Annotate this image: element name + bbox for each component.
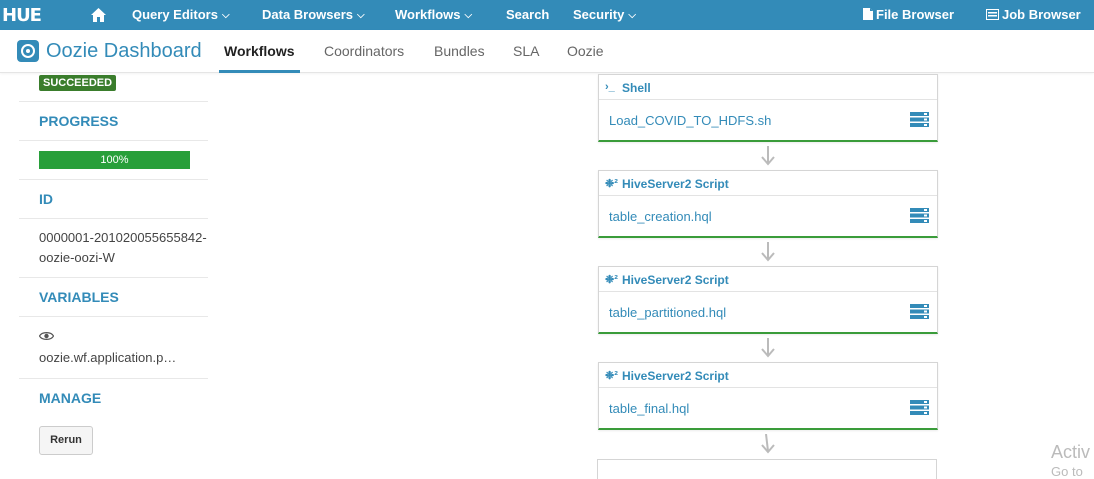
variables-header: VARIABLES — [39, 289, 119, 305]
nav-workflows[interactable]: Workflows ⌵ — [395, 0, 472, 30]
logo-text: HUE — [2, 4, 42, 26]
workflow-node[interactable]: ›_ Shell Load_COVID_TO_HDFS.sh — [598, 74, 938, 142]
tab-oozie[interactable]: Oozie — [567, 30, 604, 73]
flow-arrow-icon — [761, 242, 775, 262]
workflow-node-partial — [597, 459, 937, 479]
node-type: HiveServer2 Script — [622, 369, 729, 383]
variables-header-row: VARIABLES — [19, 278, 208, 317]
hive-icon: ❉² — [605, 178, 618, 190]
node-file-link[interactable]: Load_COVID_TO_HDFS.sh — [609, 113, 771, 128]
workflow-node[interactable]: ❉² HiveServer2 Script table_partitioned.… — [598, 266, 938, 334]
page-title[interactable]: Oozie Dashboard — [46, 40, 202, 63]
chevron-down-icon: ⌵ — [221, 10, 230, 21]
node-header: ›_ Shell — [599, 75, 937, 100]
node-file-link[interactable]: table_creation.hql — [609, 209, 712, 224]
nav-search-label: Search — [506, 7, 550, 22]
node-file-link[interactable]: table_partitioned.hql — [609, 305, 726, 320]
progress-bar: 100% — [39, 151, 190, 169]
hive-icon: ❉² — [605, 370, 618, 382]
status-badge: SUCCEEDED — [39, 75, 117, 91]
list-icon — [986, 9, 999, 20]
status-row: SUCCEEDED — [19, 74, 208, 102]
manage-header: MANAGE — [39, 390, 102, 406]
node-menu-icon[interactable] — [910, 304, 929, 319]
progress-header: PROGRESS — [39, 113, 119, 129]
chevron-down-icon: ⌵ — [464, 10, 473, 21]
node-type: HiveServer2 Script — [622, 273, 729, 287]
hue-logo[interactable]: HUE — [2, 4, 42, 26]
flow-arrow-icon — [761, 434, 775, 454]
nav-data-browsers-label: Data Browsers — [262, 7, 354, 22]
nav-file-browser-label: File Browser — [876, 7, 955, 22]
node-menu-icon[interactable] — [910, 400, 929, 415]
eye-icon[interactable] — [39, 331, 54, 341]
nav-query-editors-label: Query Editors — [132, 7, 218, 22]
node-header: ❉² HiveServer2 Script — [599, 171, 937, 196]
tab-coordinators[interactable]: Coordinators — [324, 30, 404, 73]
node-type: HiveServer2 Script — [622, 177, 729, 191]
nav-data-browsers[interactable]: Data Browsers ⌵ — [262, 0, 365, 30]
workflow-node[interactable]: ❉² HiveServer2 Script table_final.hql — [598, 362, 938, 430]
node-header: ❉² HiveServer2 Script — [599, 267, 937, 292]
id-header: ID — [39, 191, 53, 207]
nav-file-browser[interactable]: File Browser — [863, 0, 954, 30]
shell-icon: ›_ — [605, 81, 615, 93]
activation-watermark-sub: Go to — [1051, 464, 1083, 479]
chevron-down-icon: ⌵ — [357, 10, 365, 21]
node-menu-icon[interactable] — [910, 208, 929, 223]
rerun-button[interactable]: Rerun — [39, 426, 93, 455]
variable-value: oozie.wf.application.p… — [39, 350, 177, 365]
node-file-link[interactable]: table_final.hql — [609, 401, 689, 416]
node-header: ❉² HiveServer2 Script — [599, 363, 937, 388]
manage-header-row: MANAGE — [19, 379, 208, 418]
oozie-app-icon — [17, 40, 39, 62]
tab-workflows[interactable]: Workflows — [219, 30, 300, 73]
nav-search[interactable]: Search — [506, 0, 549, 30]
id-header-row: ID — [19, 180, 208, 219]
top-navbar: HUE Query Editors ⌵ Data Browsers ⌵ Workfl… — [0, 0, 1094, 30]
node-menu-icon[interactable] — [910, 112, 929, 127]
nav-job-browser[interactable]: Job Browser — [986, 0, 1081, 30]
tab-sla[interactable]: SLA — [513, 30, 539, 73]
file-icon — [863, 8, 873, 20]
nav-workflows-label: Workflows — [395, 7, 461, 22]
variables-row: oozie.wf.application.p… — [19, 317, 208, 379]
workflow-node[interactable]: ❉² HiveServer2 Script table_creation.hql — [598, 170, 938, 238]
nav-query-editors[interactable]: Query Editors ⌵ — [132, 0, 230, 30]
chevron-down-icon: ⌵ — [628, 10, 636, 21]
node-type: Shell — [622, 81, 651, 95]
flow-arrow-icon — [761, 146, 775, 166]
id-row: 0000001-201020055655842-oozie-oozi-W — [19, 219, 208, 278]
flow-arrow-icon — [761, 338, 775, 358]
nav-security-label: Security — [573, 7, 625, 22]
nav-job-browser-label: Job Browser — [1002, 7, 1081, 22]
progress-header-row: PROGRESS — [19, 102, 208, 141]
job-id: 0000001-201020055655842-oozie-oozi-W — [39, 230, 207, 265]
hive-icon: ❉² — [605, 274, 618, 286]
sub-navbar: Oozie Dashboard Workflows Coordinators B… — [0, 30, 1094, 73]
tab-bundles[interactable]: Bundles — [434, 30, 485, 73]
activation-watermark: Activ — [1051, 442, 1091, 462]
home-icon[interactable] — [90, 7, 107, 23]
nav-security[interactable]: Security ⌵ — [573, 0, 636, 30]
